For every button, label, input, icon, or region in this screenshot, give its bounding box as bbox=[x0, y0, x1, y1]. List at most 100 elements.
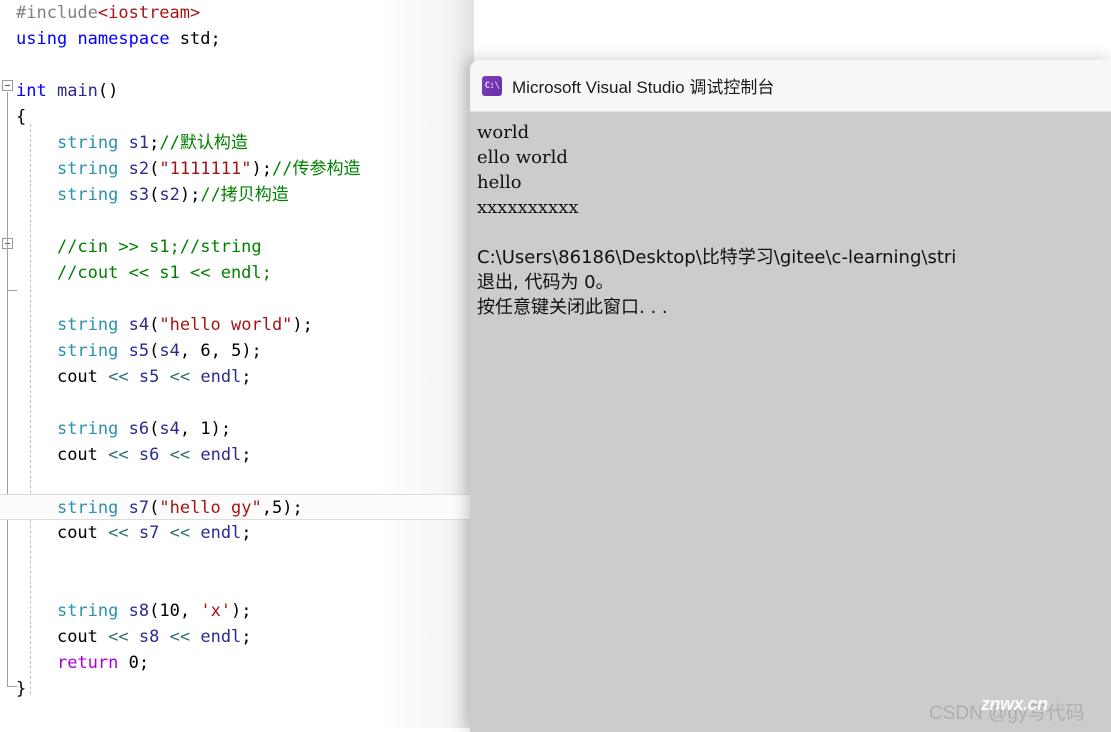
code-token-num: 6 bbox=[200, 341, 211, 361]
code-line[interactable]: string s1;//默认构造 bbox=[0, 130, 474, 156]
code-token-ident: endl bbox=[200, 445, 242, 465]
code-token-str: "1111111" bbox=[159, 159, 252, 179]
code-token-type: string bbox=[56, 315, 119, 335]
code-token-ident: s4 bbox=[159, 341, 180, 361]
code-line[interactable]: #include<iostream> bbox=[0, 0, 474, 26]
code-token-key: using bbox=[16, 29, 68, 49]
code-token-plain: () bbox=[97, 81, 119, 101]
code-line[interactable]: string s8(10, 'x'); bbox=[0, 598, 474, 624]
code-token-type: string bbox=[56, 133, 119, 153]
code-line[interactable]: { bbox=[0, 104, 474, 130]
code-line[interactable] bbox=[0, 208, 474, 234]
code-token-plain: ); bbox=[292, 315, 313, 335]
code-token-str: "hello gy" bbox=[159, 498, 262, 518]
code-line[interactable]: string s4("hello world"); bbox=[0, 312, 474, 338]
code-line[interactable] bbox=[0, 468, 474, 494]
code-token-cmt: //cin >> s1;//string bbox=[56, 237, 262, 257]
code-token-plain: ( bbox=[149, 498, 160, 518]
code-line[interactable]: using namespace std; bbox=[0, 26, 474, 52]
code-token-plain: , bbox=[179, 419, 201, 439]
code-token-op: << bbox=[169, 367, 191, 387]
code-token-plain: std; bbox=[169, 29, 221, 49]
code-token-type: string bbox=[56, 341, 119, 361]
console-window[interactable]: C:\ Microsoft Visual Studio 调试控制台 world e… bbox=[470, 60, 1111, 732]
code-line[interactable]: string s2("1111111");//传参构造 bbox=[0, 156, 474, 182]
code-line[interactable] bbox=[0, 390, 474, 416]
code-token-brace: { bbox=[16, 107, 27, 127]
code-token-ident: s8 bbox=[128, 601, 150, 621]
code-token-cmt: //cout << s1 << endl; bbox=[56, 263, 272, 283]
code-line[interactable]: string s3(s2);//拷贝构造 bbox=[0, 182, 474, 208]
code-token-ident: endl bbox=[200, 523, 242, 543]
code-token-pre: #include bbox=[16, 3, 98, 23]
code-line[interactable]: string s7("hello gy",5); bbox=[0, 494, 472, 520]
code-line[interactable]: int main() bbox=[0, 78, 474, 104]
code-line[interactable]: //cin >> s1;//string bbox=[0, 234, 474, 260]
code-line[interactable]: cout << s5 << endl; bbox=[0, 364, 474, 390]
code-line[interactable]: //cout << s1 << endl; bbox=[0, 260, 474, 286]
code-token-inc: <iostream> bbox=[97, 3, 201, 23]
code-token-plain: cout bbox=[56, 445, 109, 465]
code-token-plain: ; bbox=[149, 133, 160, 153]
code-token-op: << bbox=[169, 523, 191, 543]
code-token-ident: endl bbox=[200, 627, 242, 647]
console-output-area[interactable]: world ello world hello xxxxxxxxxx C:\Users\… bbox=[470, 112, 1111, 732]
code-token-plain: ); bbox=[210, 419, 232, 439]
code-line[interactable]: string s6(s4, 1); bbox=[0, 416, 474, 442]
code-token-plain: cout bbox=[56, 367, 109, 387]
code-line[interactable]: return 0; bbox=[0, 650, 474, 676]
code-token-plain: , bbox=[210, 341, 232, 361]
code-line[interactable]: cout << s8 << endl; bbox=[0, 624, 474, 650]
code-token-ident: s5 bbox=[138, 367, 160, 387]
code-line[interactable] bbox=[0, 286, 474, 312]
code-line[interactable]: } bbox=[0, 676, 474, 702]
code-token-ident: s6 bbox=[128, 419, 150, 439]
code-line[interactable] bbox=[0, 546, 474, 572]
code-token-cmt: //拷贝构造 bbox=[200, 185, 289, 205]
code-token-kw2: return bbox=[56, 653, 119, 673]
code-line[interactable]: cout << s6 << endl; bbox=[0, 442, 474, 468]
code-editor-pane[interactable]: #include<iostream> using namespace std; i… bbox=[0, 0, 474, 728]
console-titlebar[interactable]: C:\ Microsoft Visual Studio 调试控制台 bbox=[470, 60, 1111, 112]
code-line[interactable] bbox=[0, 572, 474, 598]
code-token-op: << bbox=[108, 627, 129, 647]
code-token-plain: ); bbox=[231, 601, 252, 621]
code-token-str: 'x' bbox=[200, 601, 232, 621]
code-token-key: namespace bbox=[77, 29, 170, 49]
code-token-plain: ( bbox=[149, 315, 160, 335]
code-token-ident: s8 bbox=[138, 627, 160, 647]
code-token-plain: ( bbox=[149, 185, 160, 205]
cmd-console-icon-glyph: C:\ bbox=[484, 80, 500, 91]
code-line[interactable]: string s5(s4, 6, 5); bbox=[0, 338, 474, 364]
code-line[interactable] bbox=[0, 52, 474, 78]
code-token-plain: , bbox=[261, 498, 272, 518]
console-output-line: xxxxxxxxxx bbox=[477, 197, 579, 218]
code-line[interactable]: cout << s7 << endl; bbox=[0, 520, 474, 546]
code-token-op: << bbox=[169, 627, 191, 647]
